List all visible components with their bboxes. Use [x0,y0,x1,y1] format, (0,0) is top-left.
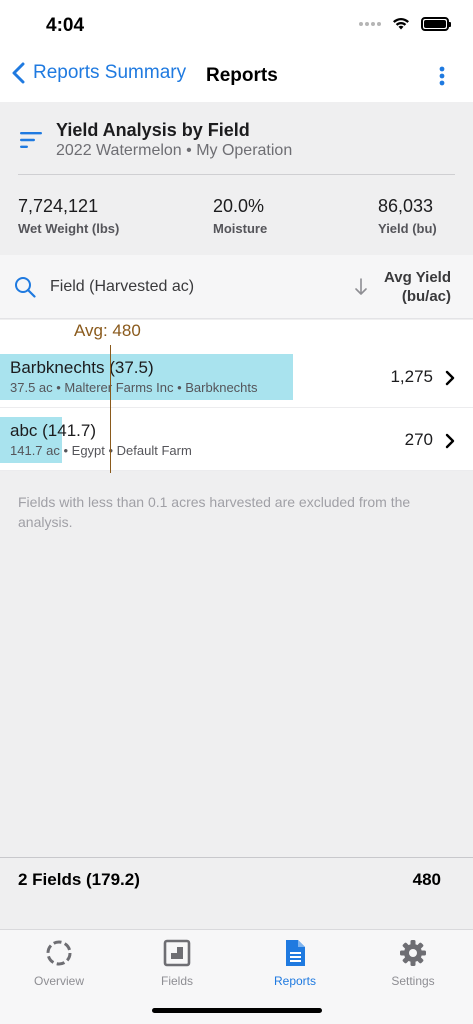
chevron-left-icon [12,62,25,84]
field-details: 37.5 ac • Malterer Farms Inc • Barbknech… [10,380,258,395]
field-name: Barbknechts (37.5) [10,358,154,377]
field-column-header[interactable]: Field (Harvested ac) [50,278,194,296]
gear-icon [400,940,426,966]
stat-wet-weight: 7,724,121 Wet Weight (lbs) [18,196,119,236]
average-label: Avg: 480 [74,321,141,340]
field-list: Barbknechts (37.5) 37.5 ac • Malterer Fa… [0,345,473,471]
report-header: Yield Analysis by Field 2022 Watermelon … [0,102,473,254]
fields-map-icon [163,939,191,967]
search-icon[interactable] [14,276,36,303]
stat-label: Moisture [213,221,268,236]
field-details: 141.7 ac • Egypt • Default Farm [10,443,192,458]
avg-yield-header-line-1: Avg Yield [384,269,451,286]
report-title: Yield Analysis by Field [56,120,250,140]
avg-yield-header-line-2: (bu/ac) [401,288,451,305]
average-line [110,345,111,473]
tab-label: Reports [273,974,317,988]
filter-sort-icon[interactable] [20,132,42,153]
tab-overview[interactable]: Overview [0,938,118,988]
tab-label: Fields [160,974,193,988]
status-time: 4:04 [46,15,85,36]
home-indicator [152,1008,322,1013]
summary-field-count: 2 Fields (179.2) [18,870,140,889]
stat-yield: 86,033 Yield (bu) [378,196,437,236]
navigation-bar: Reports Summary Reports [0,52,473,102]
reports-document-icon [286,940,305,966]
tab-label: Settings [391,974,435,988]
status-icons [359,16,451,31]
field-avg-yield: 1,275 [390,367,433,386]
stat-moisture: 20.0% Moisture [213,196,267,236]
field-name: abc (141.7) [10,421,96,440]
cellular-signal-icon [359,21,381,26]
exclusion-footnote: Fields with less than 0.1 acres harveste… [18,494,411,530]
vertical-ellipsis-icon [439,66,445,86]
list-header: Field (Harvested ac) Avg Yield (bu/ac) [0,255,473,319]
field-row[interactable]: Barbknechts (37.5) 37.5 ac • Malterer Fa… [0,345,473,408]
header-divider [18,174,455,175]
battery-icon [421,16,451,31]
tab-reports[interactable]: Reports [236,938,354,988]
stat-label: Yield (bu) [378,221,437,236]
tab-settings[interactable]: Settings [354,938,472,988]
stat-value: 7,724,121 [18,196,99,216]
back-button[interactable]: Reports Summary [12,62,186,84]
avg-yield-column-header[interactable]: Avg Yield (bu/ac) [361,268,451,306]
summary-bar: 2 Fields (179.2) 480 [0,857,473,929]
stat-value: 20.0% [213,196,265,216]
status-bar: 4:04 [0,0,473,52]
average-marker-area: Avg: 480 [0,320,473,345]
tab-label: Overview [33,974,84,988]
stat-value: 86,033 [378,196,434,216]
overview-ring-icon [46,940,72,966]
wifi-icon [393,18,409,30]
back-button-label: Reports Summary [33,62,187,83]
page-title: Reports [206,65,278,86]
stat-label: Wet Weight (lbs) [18,221,120,236]
summary-avg-yield: 480 [412,870,441,889]
more-options-button[interactable] [439,66,445,91]
chevron-right-icon [445,433,455,449]
field-row[interactable]: abc (141.7) 141.7 ac • Egypt • Default F… [0,408,473,471]
tab-fields[interactable]: Fields [118,938,236,988]
report-subtitle: 2022 Watermelon • My Operation [56,142,293,159]
field-avg-yield: 270 [404,430,433,449]
chevron-right-icon [445,370,455,386]
